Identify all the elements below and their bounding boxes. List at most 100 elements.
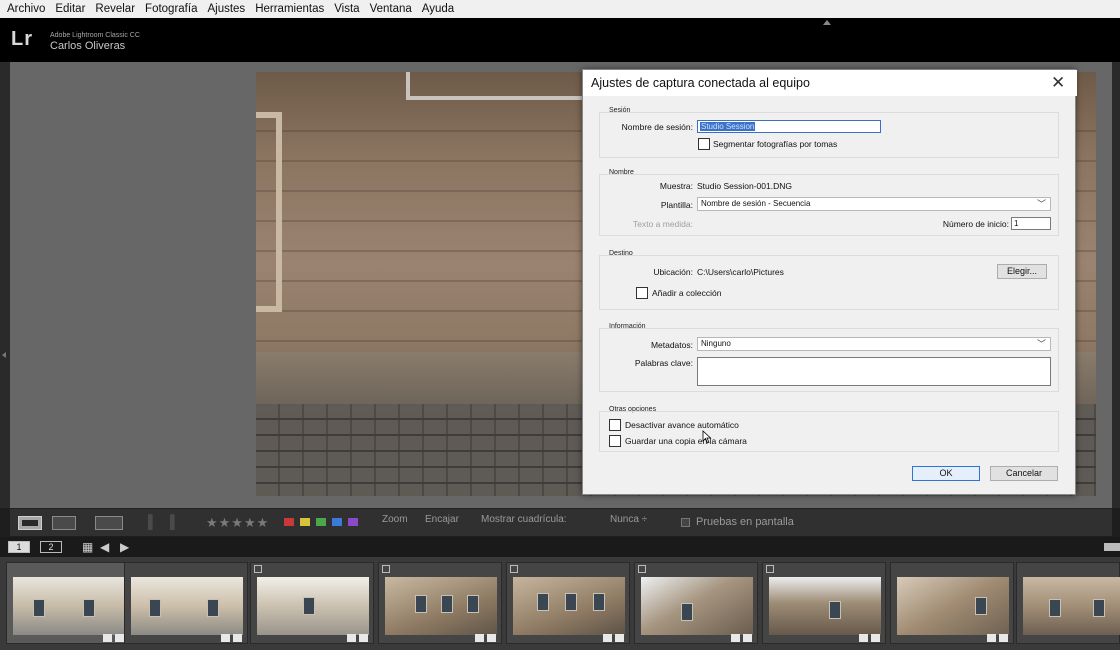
thumbnail [13,577,125,635]
tethered-capture-dialog: Ajustes de captura conectada al equipo ✕… [582,69,1077,495]
identity-plate: Lr Adobe Lightroom Classic CC Carlos Oli… [0,18,1120,62]
edit-badge-icon [233,634,242,642]
menu-herramientas[interactable]: Herramientas [250,0,329,18]
session-name-input[interactable]: Studio Session [697,120,881,133]
metadata-badge-icon [221,634,230,642]
disable-auto-advance-checkbox[interactable] [609,419,621,431]
dialog-title: Ajustes de captura conectada al equipo [591,76,810,90]
label-yellow-swatch[interactable] [300,518,310,526]
sample-value: Studio Session-001.DNG [697,181,792,191]
edit-badge-icon [999,634,1008,642]
compare-view-button[interactable] [52,516,76,530]
grid-overlay-select[interactable]: Nunca ÷ [610,514,647,525]
segment-by-shots-checkbox[interactable] [698,138,710,150]
keywords-textarea[interactable] [697,357,1051,386]
photo-pipe-horizontal [406,96,606,100]
thumbnail [257,577,369,635]
filmstrip-cell[interactable] [762,562,886,644]
left-panel-collapsed [0,62,10,508]
filmstrip-filter-tab[interactable] [1104,543,1120,551]
back-arrow-icon[interactable]: ◀ [100,540,109,554]
segment-by-shots-label: Segmentar fotografías por tomas [713,139,838,149]
filmstrip-cell[interactable] [6,562,130,644]
mouse-cursor-icon [702,430,712,444]
filmstrip-cell[interactable] [634,562,758,644]
session-name-value: Studio Session [700,122,756,131]
cell-index-icon [638,565,646,573]
metadata-badge-icon [987,634,996,642]
session-group [599,112,1059,158]
edit-badge-icon [359,634,368,642]
start-number-input[interactable]: 1 [1011,217,1051,230]
edit-badge-icon [871,634,880,642]
close-icon[interactable]: ✕ [1051,73,1065,93]
menu-vista[interactable]: Vista [329,0,364,18]
left-panel-toggle-icon[interactable] [2,352,6,358]
label-red-swatch[interactable] [284,518,294,526]
location-label: Ubicación: [653,267,693,277]
metadata-badge-icon [347,634,356,642]
right-panel-collapsed [1112,62,1120,508]
soft-proof-label: Pruebas en pantalla [696,516,794,528]
photo-window-frame [256,112,282,312]
edit-badge-icon [487,634,496,642]
flag-reject-icon[interactable]: ▌ [170,514,179,529]
menu-revelar[interactable]: Revelar [90,0,140,18]
start-number-label: Número de inicio: [942,219,1009,229]
cancel-button[interactable]: Cancelar [990,466,1058,481]
metadata-badge-icon [475,634,484,642]
location-value: C:\Users\carlo\Pictures [697,267,784,277]
filmstrip-cell[interactable] [890,562,1014,644]
thumbnail [1023,577,1120,635]
menu-editar[interactable]: Editar [50,0,90,18]
survey-view-button[interactable] [95,516,123,530]
lightroom-window: Archivo Editar Revelar Fotografía Ajuste… [0,0,1120,650]
menu-ventana[interactable]: Ventana [365,0,417,18]
metadata-badge-icon [731,634,740,642]
choose-folder-button[interactable]: Elegir... [997,264,1047,279]
metadata-badge-icon [859,634,868,642]
product-name: Adobe Lightroom Classic CC [50,32,140,39]
thumbnail [131,577,243,635]
soft-proof-checkbox[interactable] [681,518,690,527]
add-to-collection-checkbox[interactable] [636,287,648,299]
metadata-label: Metadatos: [650,340,693,350]
template-select[interactable]: Nombre de sesión - Secuencia ﹀ [697,197,1051,211]
filmstrip-cell[interactable] [1016,562,1120,644]
filmstrip-cell[interactable] [378,562,502,644]
flag-pick-icon[interactable]: ▌ [148,514,157,529]
template-value: Nombre de sesión - Secuencia [701,199,811,208]
filmstrip-bar: 1 2 ▦ ◀ ▶ [0,537,1120,557]
metadata-badge-icon [603,634,612,642]
cell-index-icon [766,565,774,573]
menu-fotografia[interactable]: Fotografía [140,0,202,18]
save-copy-camera-checkbox[interactable] [609,435,621,447]
label-purple-swatch[interactable] [348,518,358,526]
loupe-view-button[interactable] [18,516,42,530]
rating-stars[interactable]: ★★★★★ [206,515,269,531]
edit-badge-icon [743,634,752,642]
label-blue-swatch[interactable] [332,518,342,526]
label-green-swatch[interactable] [316,518,326,526]
destination-group [599,255,1059,310]
top-panel-toggle-icon[interactable] [823,20,831,25]
menu-archivo[interactable]: Archivo [2,0,50,18]
menu-ayuda[interactable]: Ayuda [417,0,459,18]
filmstrip-cell[interactable] [250,562,374,644]
chevron-down-icon: ﹀ [1036,339,1046,349]
thumbnail [897,577,1009,635]
filmstrip-cell[interactable] [506,562,630,644]
fit-label[interactable]: Encajar [425,514,459,525]
ok-button[interactable]: OK [912,466,980,481]
edit-badge-icon [615,634,624,642]
custom-text-label: Texto a medida: [632,219,693,229]
forward-arrow-icon[interactable]: ▶ [120,540,129,554]
grid-view-icon[interactable]: ▦ [82,540,93,554]
metadata-select[interactable]: Ninguno ﹀ [697,337,1051,351]
filmstrip-cell[interactable] [124,562,248,644]
user-name: Carlos Oliveras [50,40,126,52]
primary-window-button[interactable]: 1 [8,541,30,553]
chevron-down-icon: ﹀ [1036,199,1046,209]
menu-ajustes[interactable]: Ajustes [202,0,250,18]
secondary-window-button[interactable]: 2 [40,541,62,553]
